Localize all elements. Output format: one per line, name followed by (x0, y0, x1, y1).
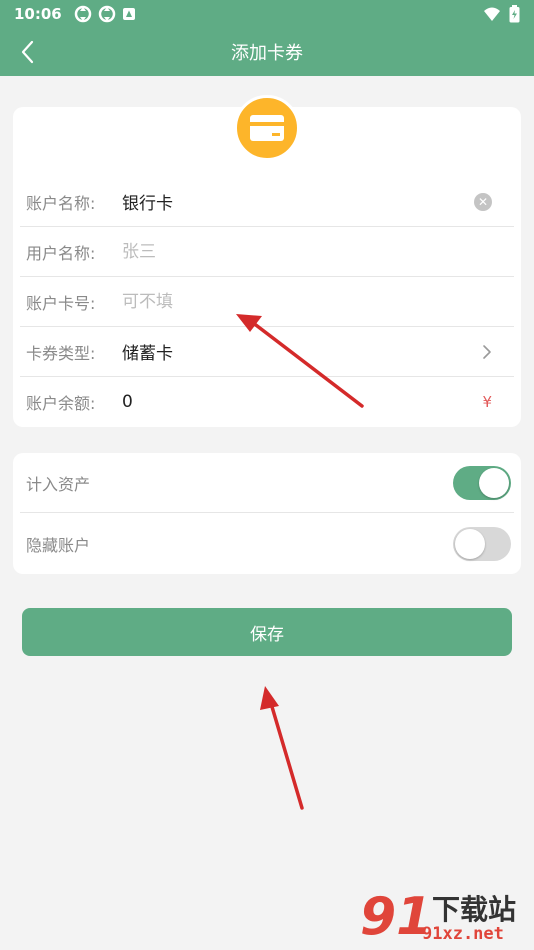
yen-icon: ¥ (482, 393, 492, 411)
account-name-value[interactable]: 银行卡 (122, 189, 173, 214)
account-number-input[interactable] (122, 291, 422, 312)
nav-bar: 添加卡券 (0, 28, 534, 76)
status-icons (74, 5, 136, 23)
watermark-title: 下载站 (432, 893, 517, 926)
account-number-row[interactable]: 账户卡号: (20, 277, 514, 327)
annotation-arrow (260, 686, 304, 810)
include-assets-row: 计入资产 (20, 453, 514, 513)
account-name-label: 账户名称: (26, 193, 96, 213)
sync-icon (98, 5, 115, 23)
card-type-value[interactable]: 储蓄卡 (122, 339, 173, 364)
notification-icon (122, 8, 135, 20)
account-name-row[interactable]: 账户名称: 银行卡 ✕ (20, 177, 514, 227)
wifi-icon (484, 7, 500, 21)
balance-row[interactable]: 账户余额: 0 ¥ (20, 377, 514, 427)
balance-label: 账户余额: (26, 394, 96, 413)
user-name-label: 用户名称: (26, 243, 96, 263)
chevron-left-icon (21, 40, 34, 64)
hide-account-label: 隐藏账户 (26, 536, 91, 555)
back-button[interactable] (12, 36, 42, 68)
toggles-card: 计入资产 隐藏账户 (13, 453, 521, 574)
account-name-trail: ✕ (474, 177, 492, 227)
balance-value[interactable]: 0 (122, 392, 133, 412)
hide-account-row: 隐藏账户 (20, 514, 514, 574)
account-number-label: 账户卡号: (26, 293, 96, 313)
card-type-avatar (234, 95, 300, 161)
status-right (483, 5, 520, 23)
chevron-right-icon[interactable] (482, 344, 492, 360)
user-name-row[interactable]: 用户名称: (20, 227, 514, 277)
hide-account-switch[interactable] (453, 527, 511, 561)
include-assets-switch[interactable] (453, 466, 511, 500)
card-type-trail (482, 327, 492, 377)
site-watermark: 91 下载站 91xz.net (360, 888, 530, 946)
watermark-domain: 91xz.net (422, 924, 504, 944)
switch-knob (479, 468, 509, 498)
battery-icon (509, 5, 520, 23)
page-title: 添加卡券 (231, 43, 303, 64)
status-time: 10:06 (14, 5, 62, 23)
user-name-input[interactable] (122, 241, 422, 262)
card-type-label: 卡券类型: (26, 343, 96, 363)
switch-knob (455, 529, 485, 559)
status-bar: 10:06 (0, 0, 534, 28)
save-button[interactable]: 保存 (22, 608, 512, 656)
credit-card-icon (250, 115, 284, 141)
sync-icon (74, 5, 91, 23)
include-assets-label: 计入资产 (26, 474, 91, 494)
balance-trail: ¥ (482, 377, 492, 427)
watermark-logo: 91 (360, 887, 433, 947)
card-type-row[interactable]: 卡券类型: 储蓄卡 (20, 327, 514, 377)
clear-icon[interactable]: ✕ (474, 193, 492, 211)
app-header: 10:06 添加卡券 (0, 0, 534, 76)
